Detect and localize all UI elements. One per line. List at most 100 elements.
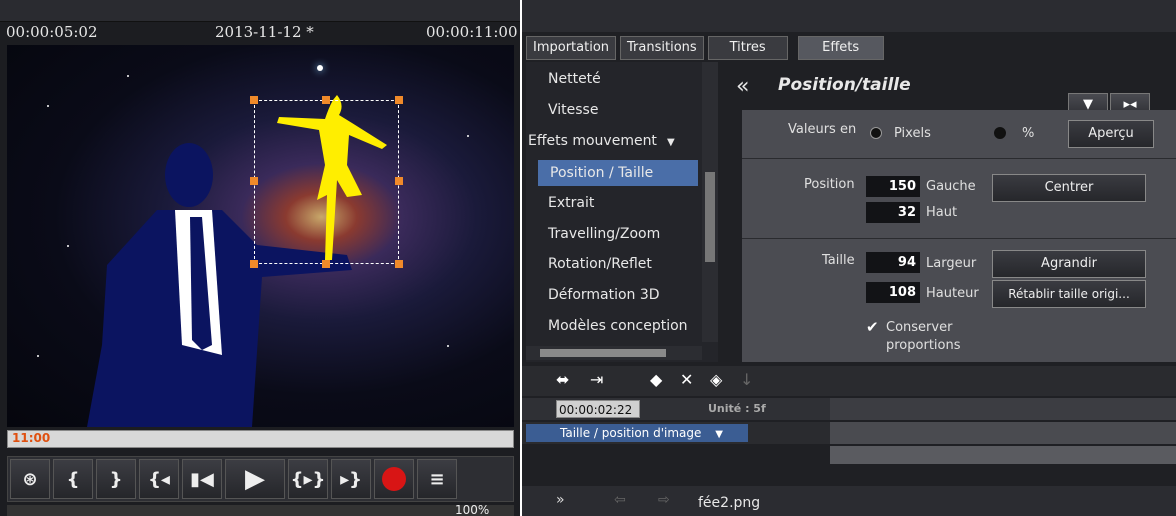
file-name: fée2.png (698, 495, 761, 511)
shuttle-bar[interactable] (7, 505, 514, 516)
down-arrow-icon[interactable]: ↓ (740, 370, 753, 389)
resize-handle[interactable] (395, 260, 403, 268)
list-scrollbar[interactable] (702, 62, 718, 342)
preview-titlebar (0, 0, 520, 22)
scroll-thumb[interactable] (705, 172, 715, 262)
resize-handle[interactable] (322, 96, 330, 104)
timeline-ruler[interactable] (830, 398, 1176, 420)
delete-keyframe-icon[interactable]: ✕ (680, 370, 693, 389)
reset-size-button[interactable]: Rétablir taille origi... (992, 280, 1146, 308)
size-label: Taille (822, 253, 855, 268)
list-hscrollbar[interactable] (526, 346, 702, 360)
record-button[interactable] (374, 459, 414, 499)
track-area[interactable] (830, 422, 1176, 444)
zoom-level[interactable]: 100% (455, 503, 489, 516)
timecode-start: 00:00:05:02 (6, 23, 98, 41)
editor-topbar (522, 0, 1176, 32)
divider (742, 158, 1176, 159)
left-label: Gauche (926, 179, 976, 194)
resize-handle[interactable] (250, 260, 258, 268)
tab-effets[interactable]: Effets (797, 36, 884, 60)
resize-handle[interactable] (250, 177, 258, 185)
height-field[interactable]: 108 (866, 282, 920, 303)
chevron-down-icon[interactable]: ▼ (715, 429, 723, 440)
add-keyframe-icon[interactable]: ◆ (650, 370, 662, 389)
list-item[interactable]: Travelling/Zoom (526, 221, 702, 247)
list-item[interactable]: Netteté (526, 66, 702, 92)
project-date: 2013-11-12 * (215, 23, 314, 41)
next-keyframe-icon[interactable]: ⇥ (590, 370, 603, 389)
prev-keyframe-icon[interactable]: ⬌ (556, 370, 569, 389)
list-item[interactable]: Vitesse (526, 97, 702, 123)
list-item[interactable]: Position / Taille (538, 160, 698, 186)
back-icon[interactable]: « (736, 74, 749, 99)
preview-ruler[interactable]: 11:00 (7, 430, 514, 448)
preview-panel: 00:00:05:02 2013-11-12 * 00:00:11:00 11:… (0, 0, 520, 516)
resize-handle[interactable] (395, 177, 403, 185)
timeline-scrollbar[interactable] (830, 446, 1176, 464)
resize-handle[interactable] (250, 96, 258, 104)
track-name: Taille / position d'image (560, 426, 702, 440)
back-arrow-icon[interactable]: ⇦ (614, 492, 626, 508)
resize-handle[interactable] (395, 96, 403, 104)
divider (742, 238, 1176, 239)
width-field[interactable]: 94 (866, 252, 920, 273)
keep-proportions-label: Conserver (886, 320, 953, 335)
forward-arrow-icon[interactable]: ⇨ (658, 492, 670, 508)
menu-icon[interactable]: ≡ (417, 459, 457, 499)
go-to-start-button[interactable]: ▮◀ (182, 459, 222, 499)
media-pool-tabs: Importation Transitions Titres Effets (526, 36, 884, 60)
percent-radio[interactable] (994, 127, 1006, 139)
bottom-bar: » ⇦ ⇨ (522, 486, 1176, 516)
top-label: Haut (926, 205, 958, 220)
editor-panel: Importation Transitions Titres Effets Ne… (522, 0, 1176, 516)
pixels-radio[interactable] (870, 127, 882, 139)
parameters-panel: Valeurs en Pixels % Aperçu Position 150 … (742, 110, 1176, 362)
keyframe-toolbar: ⬌ ⇥ ◆ ✕ ◈ ↓ (522, 366, 1176, 396)
copy-keyframe-icon[interactable]: ◈ (710, 370, 722, 389)
timeline-unit: Unité : 5f (708, 402, 766, 415)
tab-transitions[interactable]: Transitions (620, 36, 704, 60)
go-to-in-button[interactable]: {◂ (139, 459, 179, 499)
list-item[interactable]: Effets mouvement ▼ (526, 128, 702, 154)
enlarge-button[interactable]: Agrandir (992, 250, 1146, 278)
selection-box[interactable] (250, 96, 403, 268)
transport-bar: ⊛ { } {◂ ▮◀ ▶ {▸} ▸} ≡ (7, 456, 514, 502)
list-item[interactable]: Modèles conception (526, 313, 702, 339)
center-button[interactable]: Centrer (992, 174, 1146, 202)
ruler-time-value: 11:00 (12, 431, 51, 445)
pixels-label: Pixels (894, 126, 931, 141)
play-button[interactable]: ▶ (225, 459, 285, 499)
panel-title: Position/taille (778, 75, 911, 95)
height-label: Hauteur (926, 286, 979, 301)
list-item[interactable]: Extrait (526, 190, 702, 216)
resize-handle[interactable] (322, 260, 330, 268)
position-left-field[interactable]: 150 (866, 176, 920, 197)
timecode-end: 00:00:11:00 (426, 23, 518, 41)
mark-in-button[interactable]: { (53, 459, 93, 499)
scroll-thumb[interactable] (540, 349, 666, 357)
timeline-time[interactable]: 00:00:02:22 (556, 400, 640, 418)
go-to-out-button[interactable]: ▸} (331, 459, 371, 499)
apercu-button[interactable]: Aperçu (1068, 120, 1154, 148)
keep-proportions-checkbox[interactable]: ✔ (866, 318, 879, 336)
ruler-time: 11:00 (12, 431, 50, 445)
mark-out-button[interactable]: } (96, 459, 136, 499)
tab-importation[interactable]: Importation (526, 36, 617, 60)
track-label[interactable]: Taille / position d'image ▼ (526, 424, 748, 442)
effects-list: Netteté Vitesse Effets mouvement ▼ Positi… (526, 62, 718, 362)
video-preview[interactable] (7, 45, 514, 427)
keep-proportions-label-2: proportions (886, 338, 961, 353)
list-item[interactable]: Déformation 3D (526, 282, 702, 308)
values-label: Valeurs en (788, 122, 857, 137)
film-reel-icon[interactable]: ⊛ (10, 459, 50, 499)
list-item[interactable]: Rotation/Reflet (526, 251, 702, 277)
position-label: Position (804, 177, 855, 192)
collapse-icon[interactable]: » (556, 492, 565, 508)
chevron-down-icon: ▼ (666, 137, 675, 148)
tab-titres[interactable]: Titres (707, 36, 788, 60)
play-range-button[interactable]: {▸} (288, 459, 328, 499)
position-top-field[interactable]: 32 (866, 202, 920, 223)
percent-label: % (1022, 126, 1035, 141)
record-icon (382, 467, 406, 491)
